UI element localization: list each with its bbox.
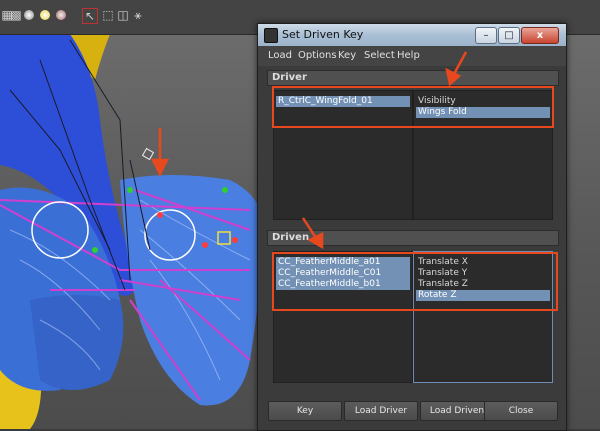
driver-label: Driver bbox=[272, 72, 307, 83]
menu-bar: Load Options Key Select Help bbox=[258, 46, 566, 66]
dialog-title: Set Driven Key bbox=[282, 28, 364, 41]
feather-mass-bottom bbox=[30, 295, 124, 390]
driven-highlight-box bbox=[272, 252, 558, 311]
menu-key[interactable]: Key bbox=[338, 50, 356, 61]
load-driven-button[interactable]: Load Driven bbox=[420, 401, 494, 421]
select-icon[interactable]: ↖ bbox=[82, 8, 98, 24]
set-driven-key-dialog: Set Driven Key – □ x Load Options Key Se… bbox=[257, 23, 567, 431]
menu-options[interactable]: Options bbox=[298, 50, 337, 61]
load-driver-button[interactable]: Load Driver bbox=[344, 401, 418, 421]
close-button[interactable]: Close bbox=[484, 401, 558, 421]
dialog-titlebar[interactable]: Set Driven Key – □ x bbox=[258, 24, 566, 47]
callout-arrow-viewport bbox=[150, 128, 170, 177]
window-close-button[interactable]: x bbox=[521, 27, 559, 44]
key-button[interactable]: Key bbox=[268, 401, 342, 421]
maya-app-icon bbox=[264, 28, 278, 43]
menu-select[interactable]: Select bbox=[364, 50, 395, 61]
maximize-button[interactable]: □ bbox=[498, 27, 520, 44]
light-ball-icon[interactable] bbox=[40, 10, 50, 20]
driver-highlight-box bbox=[272, 86, 554, 128]
cube-icon[interactable]: ⬚ bbox=[101, 8, 115, 22]
grid-toggle-icon[interactable]: ▩ bbox=[9, 8, 23, 22]
menu-load[interactable]: Load bbox=[268, 50, 292, 61]
driven-label: Driven bbox=[272, 232, 310, 243]
driven-section-header[interactable]: Driven bbox=[267, 230, 559, 246]
shade-ball-icon[interactable] bbox=[24, 10, 34, 20]
menu-help[interactable]: Help bbox=[397, 50, 420, 61]
minimize-button[interactable]: – bbox=[475, 27, 497, 44]
graph-icon[interactable]: ⚹ bbox=[131, 8, 145, 22]
texture-ball-icon[interactable] bbox=[56, 10, 66, 20]
driver-section-header[interactable]: Driver bbox=[267, 70, 559, 86]
cube-outline-icon[interactable]: ◫ bbox=[116, 8, 130, 22]
